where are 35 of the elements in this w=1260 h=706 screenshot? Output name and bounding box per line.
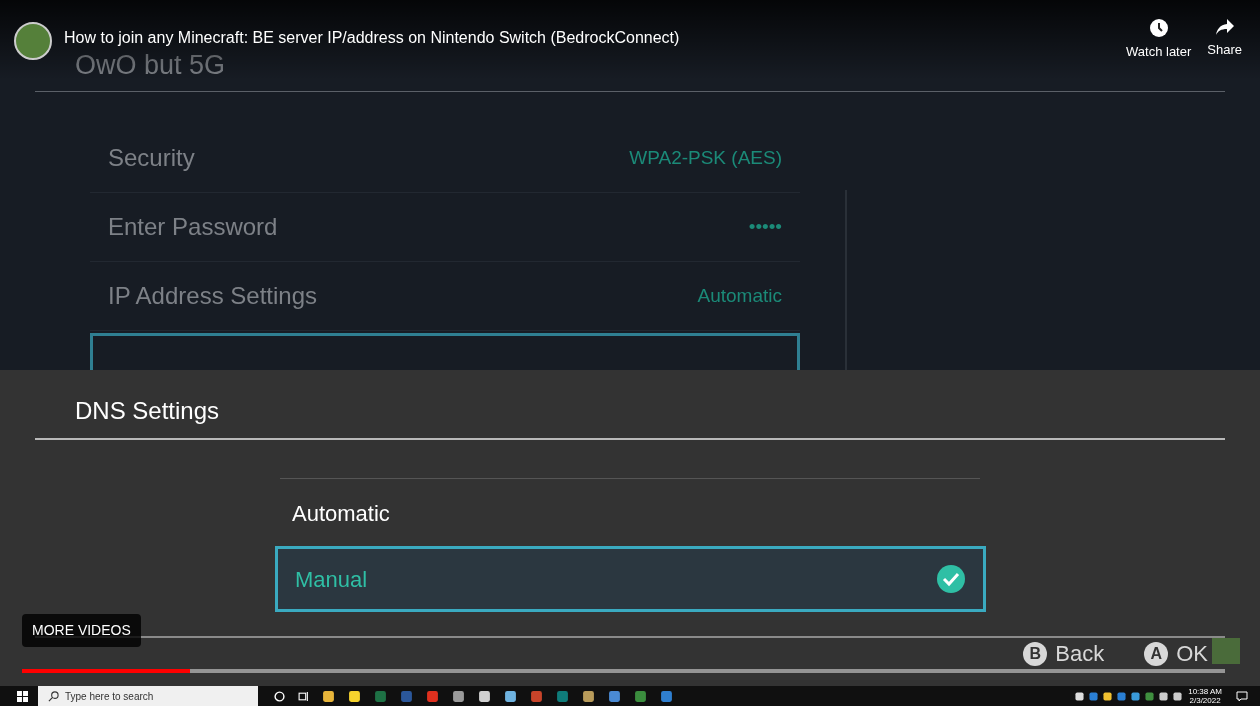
windows-start-icon[interactable] (17, 690, 28, 702)
controller-hint: A OK (1144, 642, 1208, 666)
settings-row[interactable]: Security WPA2-PSK (AES) (90, 124, 800, 193)
more-videos-button[interactable]: MORE VIDEOS (22, 614, 141, 647)
notification-icon[interactable] (1236, 690, 1248, 702)
dns-option[interactable]: Manual (275, 546, 986, 612)
search-icon (48, 690, 59, 702)
settings-row[interactable]: Enter Password ••••• (90, 193, 800, 262)
search-field[interactable]: Type here to search (38, 686, 258, 706)
cortana-icon[interactable] (274, 690, 285, 702)
watch-later-button[interactable]: Watch later (1126, 42, 1192, 62)
video-title[interactable]: How to join any Minecraft: BE server IP/address on Nintendo Switch (BedrockConnect) (64, 29, 680, 47)
avatar (1212, 638, 1240, 664)
settings-row[interactable]: IP Address Settings Automatic (90, 262, 800, 331)
dialog-title: DNS Settings (75, 396, 220, 426)
network-name: OwO but 5G (75, 52, 226, 79)
clock-time[interactable]: 10:38 AM (1188, 687, 1222, 696)
clock-date[interactable]: 2/3/2022 (1189, 696, 1221, 705)
controller-hint: B Back (1023, 642, 1105, 666)
share-button[interactable]: Share (1207, 40, 1242, 60)
app-icon[interactable] (322, 689, 335, 703)
progress-track[interactable] (22, 669, 1225, 673)
share-icon (1214, 18, 1235, 36)
app-icon[interactable] (348, 689, 361, 703)
app-icon[interactable] (582, 689, 595, 703)
check-icon (936, 564, 966, 594)
dns-option[interactable]: Automatic (275, 480, 986, 546)
app-icon[interactable] (504, 689, 517, 703)
clock-icon (1148, 18, 1169, 38)
channel-avatar[interactable] (14, 22, 52, 60)
app-icon[interactable] (452, 689, 465, 703)
task-view-icon[interactable] (298, 690, 309, 702)
app-icon[interactable] (478, 689, 491, 703)
app-icon[interactable] (608, 689, 621, 703)
search-placeholder: Type here to search (65, 689, 154, 704)
